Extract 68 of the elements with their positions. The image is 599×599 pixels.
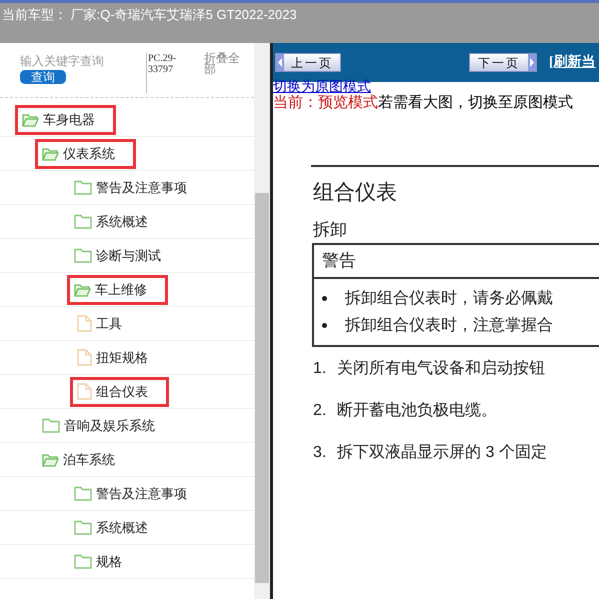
tree-item-label: 车身电器 <box>43 110 95 129</box>
window-title: 当前车型： 厂家:Q-奇瑞汽车艾瑞泽5 GT2022-2023 <box>2 7 297 22</box>
tree-item-label: 音响及娱乐系统 <box>64 416 155 435</box>
step-number: 2. <box>313 401 328 421</box>
section-heading: 拆卸 <box>313 219 348 241</box>
tree-item-label: 诊断与测试 <box>96 246 161 265</box>
step-number: 1. <box>313 359 328 379</box>
tree-item[interactable]: 泊车系统 <box>42 444 115 474</box>
warning-text: 拆卸组合仪表时，请务必佩戴 <box>345 288 553 308</box>
folder-icon <box>74 554 92 569</box>
tree-item[interactable]: 工具 <box>77 308 122 338</box>
step-text: 断开蓄电池负极电缆。 <box>337 400 497 421</box>
code-label: PC.29-33797 <box>146 53 198 93</box>
tree-item-label: 车上维修 <box>95 280 147 299</box>
original-mode-link[interactable]: 切换为原图模式 <box>273 79 371 93</box>
tree-item[interactable]: 音响及娱乐系统 <box>42 410 155 440</box>
folder-icon <box>42 418 60 433</box>
tree-item[interactable]: 系统概述 <box>74 512 148 542</box>
document-icon <box>77 383 92 400</box>
tree-item-label: 规格 <box>96 552 122 571</box>
open-folder-icon <box>42 146 59 160</box>
tree-item-label: 扭矩规格 <box>96 348 148 367</box>
folder-icon <box>74 520 92 535</box>
open-folder-icon <box>22 112 39 126</box>
tree-item[interactable]: 车上维修 <box>67 274 168 304</box>
tree-item[interactable]: 警告及注意事项 <box>74 172 187 202</box>
tree-item-label: 泊车系统 <box>63 450 115 469</box>
tree-item-label: 警告及注意事项 <box>96 178 187 197</box>
tree-item-label: 仪表系统 <box>63 144 115 163</box>
folder-icon <box>74 248 92 263</box>
previous-page-button[interactable]: 上一页 <box>275 53 341 72</box>
tree-item[interactable]: 警告及注意事项 <box>74 478 187 508</box>
open-folder-icon <box>74 282 91 296</box>
scrollbar[interactable] <box>254 43 270 599</box>
document-icon <box>77 349 92 366</box>
warning-heading: 警告 <box>322 250 356 272</box>
bullet-icon <box>322 296 327 301</box>
folder-icon <box>74 214 92 229</box>
tree-item[interactable]: 车身电器 <box>15 104 116 134</box>
document-title: 组合仪表 <box>313 180 398 206</box>
scrollbar-thumb[interactable] <box>255 193 269 583</box>
open-folder-icon <box>42 452 59 466</box>
tree-item[interactable]: 扭矩规格 <box>77 342 148 372</box>
step-text: 拆下双液晶显示屏的 3 个固定 <box>337 442 547 463</box>
folder-icon <box>74 486 92 501</box>
tree-item[interactable]: 仪表系统 <box>35 138 136 168</box>
tree-item[interactable]: 系统概述 <box>74 206 148 236</box>
next-page-button[interactable]: 下一页 <box>469 53 537 72</box>
tree-item[interactable]: 诊断与测试 <box>74 240 161 270</box>
bullet-icon <box>322 323 327 328</box>
refresh-link[interactable]: [刷新当 <box>549 52 596 73</box>
tree-item-label: 系统概述 <box>96 212 148 231</box>
tree-item[interactable]: 组合仪表 <box>70 376 169 406</box>
document-icon <box>77 315 92 332</box>
tree-item-label: 系统概述 <box>96 518 148 537</box>
step-text: 关闭所有电气设备和启动按钮 <box>337 358 545 379</box>
search-field[interactable]: 输入关键字查询 <box>20 53 140 69</box>
tree-item-label: 工具 <box>96 314 122 333</box>
mode-hint: 若需看大图，切换至原图模式 <box>378 93 573 113</box>
folder-icon <box>74 180 92 195</box>
tree-item-label: 警告及注意事项 <box>96 484 187 503</box>
current-mode-label: 当前：预览模式 <box>273 94 378 113</box>
tree-item-label: 组合仪表 <box>96 382 148 401</box>
search-button[interactable]: 查询 <box>20 70 66 84</box>
tree-item[interactable]: 规格 <box>74 546 122 576</box>
collapse-all-button[interactable]: 折叠全部 <box>204 53 244 75</box>
warning-text: 拆卸组合仪表时，注意掌握合 <box>345 316 553 336</box>
step-number: 3. <box>313 443 328 463</box>
